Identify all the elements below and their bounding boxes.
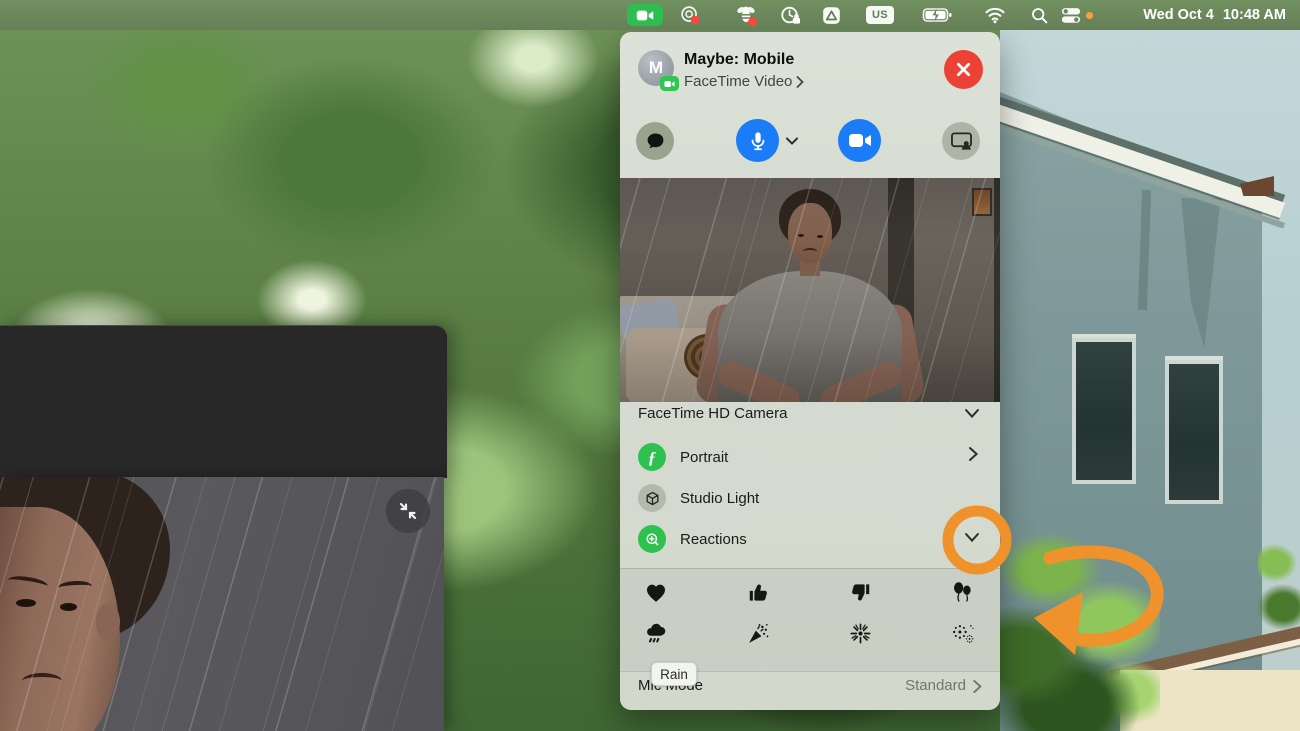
reactions-effect-icon[interactable]	[638, 525, 666, 553]
call-type-link[interactable]: FaceTime Video	[684, 73, 804, 90]
reactions-expand-chevron-icon[interactable]	[964, 532, 980, 543]
rain-effect-overlay	[0, 477, 444, 731]
chat-bubble-icon	[645, 131, 666, 151]
screen-mirroring-icon	[679, 4, 701, 26]
portrait-effect-icon[interactable]: ƒ	[638, 443, 666, 471]
avatar-initial: M	[649, 58, 663, 78]
reaction-rain-button[interactable]	[643, 620, 669, 646]
bush	[1000, 516, 1160, 731]
video-camera-icon	[848, 132, 872, 149]
battery-status-item[interactable]	[918, 0, 958, 30]
clock-date: Wed Oct 4	[1143, 7, 1214, 23]
facetime-remote-video[interactable]	[0, 477, 444, 731]
rain-tooltip-label: Rain	[660, 667, 688, 682]
lock-circle-icon	[779, 4, 802, 27]
mic-options-chevron[interactable]	[785, 133, 799, 151]
facetime-call-panel: M Maybe: Mobile FaceTime Video	[620, 32, 1000, 710]
mic-in-use-indicator-dot	[1086, 12, 1093, 19]
call-type-label: FaceTime Video	[684, 73, 792, 90]
privacy-lock-status-item[interactable]	[776, 0, 804, 30]
wifi-status-item[interactable]	[980, 0, 1010, 30]
magnifier-plus-icon	[644, 531, 661, 548]
portrait-f-glyph: ƒ	[648, 449, 657, 466]
bee-app-status-item[interactable]	[731, 0, 761, 30]
desktop: US	[0, 0, 1300, 731]
divider	[620, 568, 1000, 569]
reactions-grid-background	[620, 568, 1000, 671]
triangle-app-icon	[821, 5, 842, 26]
shrink-arrows-icon	[397, 500, 419, 522]
studio-light-effect-label[interactable]: Studio Light	[680, 490, 759, 507]
roof-eave-end	[1240, 176, 1274, 196]
battery-charging-icon	[922, 5, 955, 25]
camera-toggle-button[interactable]	[838, 119, 881, 162]
screen-mirroring-status-item[interactable]	[676, 0, 704, 30]
control-center-status-item[interactable]	[1056, 0, 1086, 30]
reactions-effect-label[interactable]: Reactions	[680, 531, 747, 548]
reaction-thumbs-up-button[interactable]	[745, 579, 771, 605]
portrait-chevron-icon[interactable]	[968, 446, 979, 462]
reaction-lasers-button[interactable]	[847, 620, 873, 646]
mic-mode-chevron-icon[interactable]	[972, 679, 983, 694]
input-source-label: US	[872, 9, 888, 21]
reaction-thumbs-down-button[interactable]	[847, 579, 873, 605]
triangle-app-status-item[interactable]	[817, 0, 845, 30]
house-window	[1072, 338, 1136, 484]
reaction-fireworks-button[interactable]	[949, 620, 975, 646]
wifi-icon	[983, 5, 1007, 25]
rain-effect-overlay	[620, 178, 1000, 402]
end-call-button[interactable]	[944, 50, 983, 89]
rain-tooltip: Rain	[651, 662, 697, 686]
facetime-badge-icon	[660, 76, 679, 91]
wallpaper-house-scene	[1000, 30, 1300, 731]
messages-button[interactable]	[636, 122, 674, 160]
microphone-icon	[747, 130, 769, 152]
spotlight-status-item[interactable]	[1026, 0, 1052, 30]
menu-bar: US	[0, 0, 1300, 30]
reaction-confetti-button[interactable]	[745, 620, 771, 646]
facetime-video-menubar-button[interactable]	[627, 4, 663, 26]
background-window[interactable]	[0, 325, 447, 478]
mic-mode-value[interactable]: Standard	[905, 677, 966, 694]
search-icon	[1030, 6, 1049, 25]
screen-share-icon	[950, 131, 973, 151]
mute-button[interactable]	[736, 119, 779, 162]
camera-preview	[620, 178, 1000, 402]
video-camera-icon	[636, 9, 654, 22]
bush	[1258, 530, 1300, 640]
reaction-heart-button[interactable]	[643, 580, 669, 606]
screen-share-button[interactable]	[942, 122, 980, 160]
close-icon	[955, 61, 972, 78]
chevron-right-icon	[796, 76, 804, 88]
cube-icon	[644, 490, 661, 507]
menu-bar-clock[interactable]: Wed Oct 4 10:48 AM	[1143, 0, 1286, 30]
reaction-balloons-button[interactable]	[949, 579, 975, 605]
camera-source-label[interactable]: FaceTime HD Camera	[638, 405, 787, 422]
shrink-video-button[interactable]	[386, 489, 430, 533]
camera-source-chevron-icon[interactable]	[964, 408, 980, 419]
caller-name: Maybe: Mobile	[684, 51, 794, 69]
house-window	[1165, 360, 1223, 504]
portrait-effect-label[interactable]: Portrait	[680, 449, 728, 466]
input-source-menu[interactable]: US	[866, 6, 894, 24]
clock-time: 10:48 AM	[1223, 7, 1286, 23]
studio-light-effect-icon[interactable]	[638, 484, 666, 512]
control-center-icon	[1060, 5, 1082, 25]
bee-icon	[733, 3, 759, 27]
